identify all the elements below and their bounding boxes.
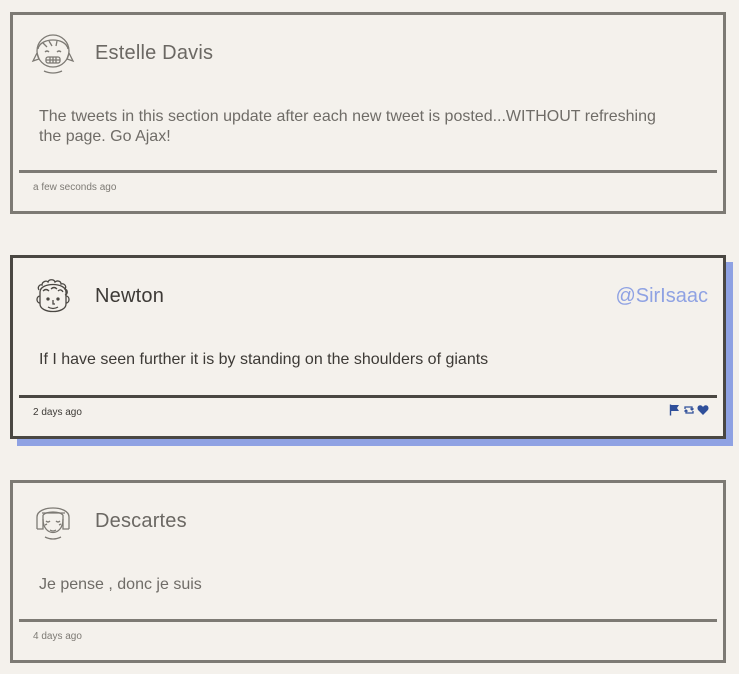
tweet-actions [669, 404, 709, 416]
bob-hair-avatar-icon [31, 499, 75, 543]
tweet-header: Newton @SirIsaac [13, 258, 723, 328]
curly-hair-man-avatar-icon [31, 274, 75, 318]
tweet-content: If I have seen further it is by standing… [39, 351, 489, 368]
retweet-icon[interactable] [683, 404, 695, 416]
tweet-card: Estelle Davis The tweets in this section… [10, 12, 726, 214]
timestamp: a few seconds ago [33, 182, 117, 193]
user-name: Estelle Davis [95, 42, 214, 64]
timestamp: 4 days ago [33, 631, 82, 642]
heart-icon[interactable] [697, 404, 709, 416]
tweet-footer: 4 days ago [19, 619, 717, 660]
tweet-footer: a few seconds ago [19, 170, 717, 211]
tweet-header: Estelle Davis [13, 15, 723, 85]
tweet-card: Newton @SirIsaac If I have seen further … [10, 255, 726, 439]
user-handle: @SirIsaac [615, 285, 708, 307]
tweet-header: Descartes [13, 483, 723, 553]
timestamp: 2 days ago [33, 407, 82, 418]
flag-icon[interactable] [669, 404, 681, 416]
user-name: Descartes [95, 510, 187, 532]
user-name: Newton [95, 285, 165, 307]
tweet-content: The tweets in this section update after … [39, 108, 656, 145]
tweet-footer: 2 days ago [19, 395, 717, 436]
tweet-content: Je pense , donc je suis [39, 576, 202, 593]
girl-pigtails-avatar-icon [31, 31, 75, 75]
tweet-card: Descartes Je pense , donc je suis 4 days… [10, 480, 726, 663]
